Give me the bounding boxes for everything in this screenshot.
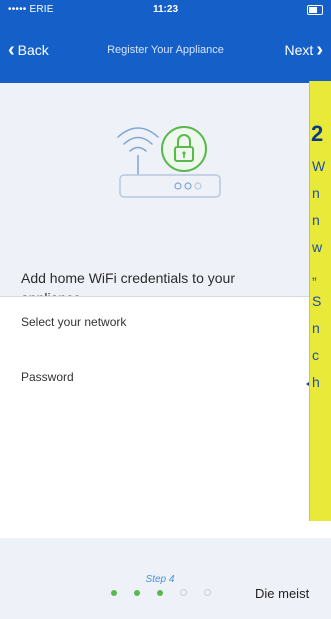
step-dot: [204, 589, 211, 596]
network-placeholder: Select your network: [21, 315, 127, 329]
caption-text: Die meist: [255, 586, 310, 601]
password-field[interactable]: Password: [0, 352, 331, 408]
network-select[interactable]: Select your network: [0, 296, 331, 353]
wifi-icon: [117, 127, 159, 152]
next-button[interactable]: Next ›: [284, 39, 323, 61]
header: ••••• ERIE 11:23 ‹ Back Register Your Ap…: [0, 0, 331, 83]
nav-bar: ‹ Back Register Your Appliance Next ›: [0, 34, 331, 68]
note-letter: c: [312, 347, 319, 363]
step-footer: Step 4 Die meist: [0, 538, 331, 619]
sticky-note: 2 W n n w „ S n c h: [310, 81, 331, 521]
step-dot: [111, 589, 117, 596]
note-letter: w: [312, 239, 323, 255]
note-letter: n: [312, 212, 320, 228]
main-content: Add home WiFi credentials to your applia…: [0, 83, 331, 538]
step-indicator: [111, 589, 211, 596]
note-text: W n n w „ S n c h: [312, 153, 325, 396]
note-letter: „: [312, 266, 317, 282]
note-letter: S: [312, 293, 322, 309]
status-bar: ••••• ERIE 11:23: [0, 0, 331, 20]
note-letter: h: [312, 374, 320, 390]
step-label: Step 4: [145, 574, 175, 585]
note-number: 2: [311, 121, 324, 146]
form-background: [0, 408, 331, 538]
note-letter: n: [312, 320, 320, 336]
password-placeholder: Password: [21, 370, 74, 384]
note-letter: n: [312, 185, 320, 201]
page-title: Register Your Appliance: [107, 44, 224, 56]
note-letter: W: [312, 158, 326, 174]
battery-icon: [307, 5, 323, 15]
clock: 11:23: [152, 4, 179, 15]
step-dot: [157, 589, 163, 596]
chevron-right-icon: ›: [316, 39, 323, 61]
lock-icon: [161, 126, 207, 172]
router-icon: [117, 126, 221, 198]
next-label: Next: [284, 42, 314, 58]
step-dot: [180, 589, 187, 596]
step-dot: [134, 589, 140, 596]
